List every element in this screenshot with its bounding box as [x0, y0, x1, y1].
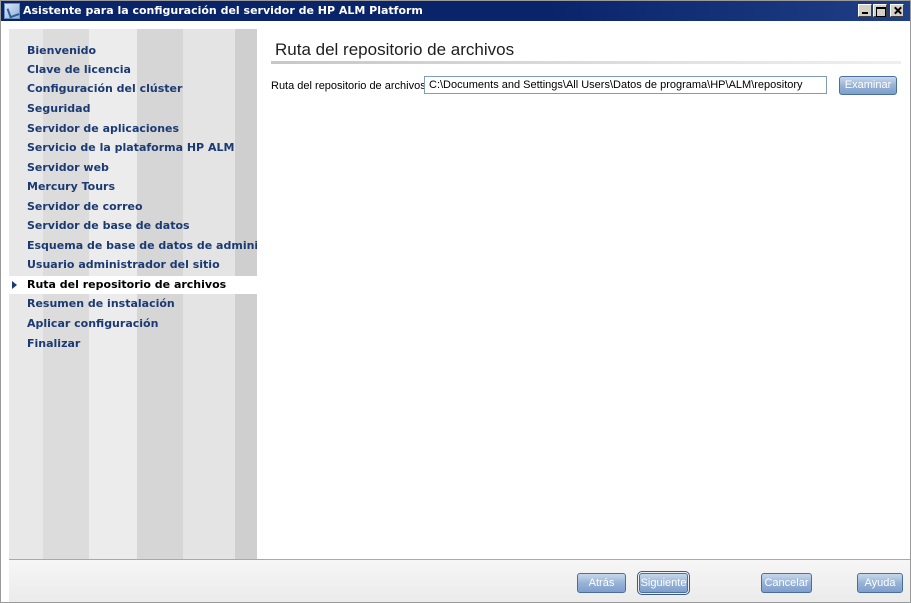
sidebar-item-clave-licencia[interactable]: Clave de licencia — [9, 61, 257, 79]
sidebar-item-bienvenido[interactable]: Bienvenido — [9, 42, 257, 60]
maximize-button[interactable] — [873, 4, 887, 17]
window-title: Asistente para la configuración del serv… — [23, 4, 423, 17]
sidebar-item-label: Servidor de base de datos — [27, 219, 190, 232]
next-button[interactable]: Siguiente — [637, 571, 690, 595]
sidebar-item-label: Aplicar configuración — [27, 317, 159, 330]
sidebar-item-label: Seguridad — [27, 102, 91, 115]
main-panel: Ruta del repositorio de archivos Ruta de… — [257, 29, 910, 559]
sidebar-item-servicio-plataforma[interactable]: Servicio de la plataforma HP ALM — [9, 139, 257, 157]
sidebar-item-usuario-administrador[interactable]: Usuario administrador del sitio — [9, 256, 257, 274]
sidebar-item-label: Resumen de instalación — [27, 297, 175, 310]
sidebar-item-label: Mercury Tours — [27, 180, 116, 193]
sidebar-item-label: Esquema de base de datos de administrac — [27, 239, 257, 252]
sidebar-item-esquema-administracion[interactable]: Esquema de base de datos de administrac — [9, 237, 257, 255]
sidebar-item-label: Servidor de aplicaciones — [27, 122, 180, 135]
title-bar[interactable]: Asistente para la configuración del serv… — [1, 1, 910, 21]
wizard-footer: Atrás Siguiente Cancelar Ayuda — [9, 559, 910, 602]
app-icon — [4, 3, 20, 19]
sidebar-item-ruta-repositorio[interactable]: Ruta del repositorio de archivos — [9, 276, 257, 294]
sidebar-item-seguridad[interactable]: Seguridad — [9, 100, 257, 118]
current-step-arrow-icon — [12, 281, 17, 289]
cancel-button[interactable]: Cancelar — [761, 573, 812, 593]
repository-path-label: Ruta del repositorio de archivos: — [271, 80, 429, 92]
close-button[interactable] — [890, 4, 904, 17]
help-button[interactable]: Ayuda — [857, 573, 903, 593]
sidebar-item-label: Usuario administrador del sitio — [27, 258, 220, 271]
sidebar-item-aplicar-configuracion[interactable]: Aplicar configuración — [9, 315, 257, 333]
minimize-button[interactable] — [858, 4, 872, 17]
back-button[interactable]: Atrás — [577, 573, 626, 593]
sidebar-item-label: Configuración del clúster — [27, 82, 183, 95]
sidebar-item-servidor-correo[interactable]: Servidor de correo — [9, 198, 257, 216]
sidebar-item-label: Servidor de correo — [27, 200, 143, 213]
wizard-steps-sidebar: Bienvenido Clave de licencia Configuraci… — [9, 29, 257, 559]
sidebar-item-label: Bienvenido — [27, 44, 97, 57]
sidebar-item-label: Servidor web — [27, 161, 109, 174]
page-title: Ruta del repositorio de archivos — [275, 40, 515, 59]
sidebar-item-resumen-instalacion[interactable]: Resumen de instalación — [9, 295, 257, 313]
sidebar-item-label: Ruta del repositorio de archivos — [27, 278, 227, 291]
wizard-window: Asistente para la configuración del serv… — [0, 0, 911, 603]
sidebar-item-label: Clave de licencia — [27, 63, 131, 76]
sidebar-item-configuracion-cluster[interactable]: Configuración del clúster — [9, 80, 257, 98]
sidebar-item-servidor-web[interactable]: Servidor web — [9, 159, 257, 177]
sidebar-item-label: Servicio de la plataforma HP ALM — [27, 141, 235, 154]
title-divider — [271, 61, 901, 64]
sidebar-item-mercury-tours[interactable]: Mercury Tours — [9, 178, 257, 196]
sidebar-item-servidor-base-datos[interactable]: Servidor de base de datos — [9, 217, 257, 235]
sidebar-item-label: Finalizar — [27, 337, 81, 350]
sidebar-item-servidor-aplicaciones[interactable]: Servidor de aplicaciones — [9, 120, 257, 138]
repository-path-input[interactable]: C:\Documents and Settings\All Users\Dato… — [424, 76, 827, 94]
browse-button[interactable]: Examinar — [839, 76, 897, 95]
sidebar-item-finalizar[interactable]: Finalizar — [9, 335, 257, 353]
